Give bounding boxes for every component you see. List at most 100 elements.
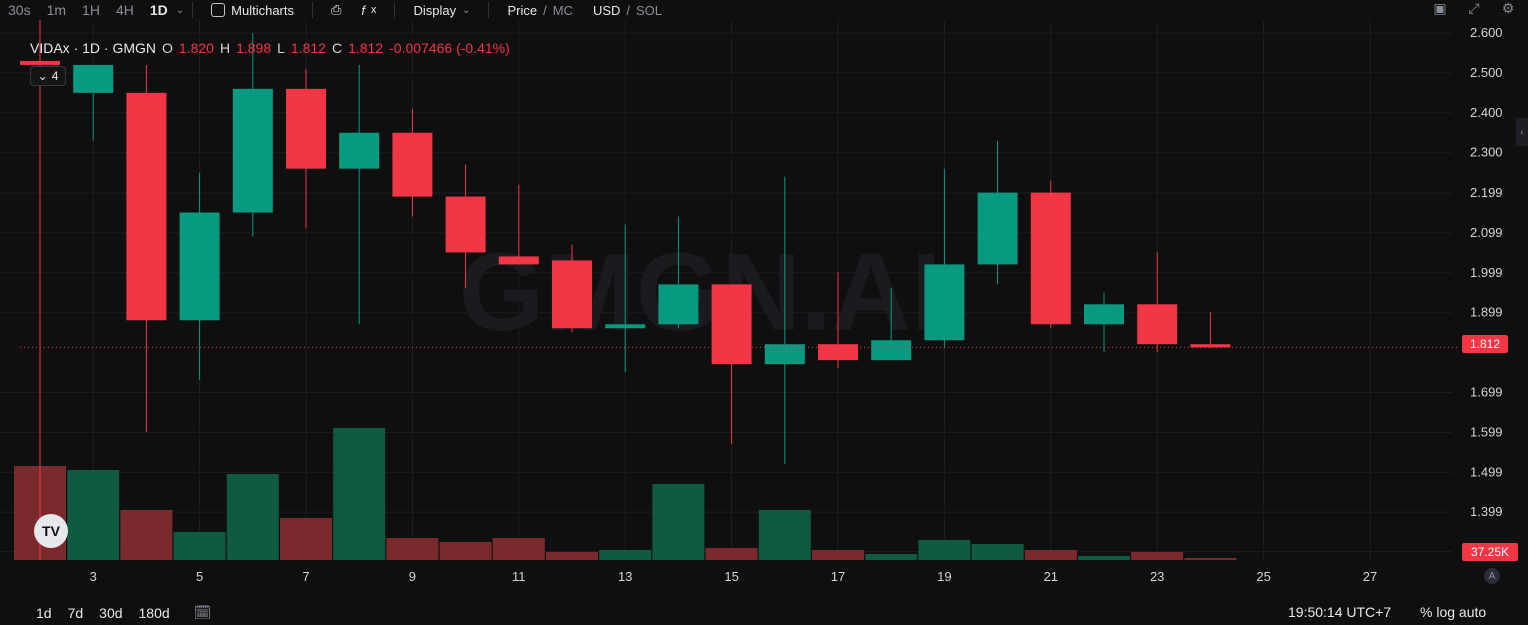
x-tick-label: 9: [409, 569, 416, 584]
indicator-collapse-button[interactable]: ⌄ 4: [30, 66, 66, 86]
volume-bar: [173, 532, 226, 560]
auto-scale-button[interactable]: A: [1484, 568, 1500, 584]
volume-bar: [280, 518, 332, 560]
gear-icon[interactable]: ⚙: [1498, 0, 1518, 17]
high-value: 1.898: [236, 40, 272, 56]
close-value: 1.812: [348, 40, 384, 56]
y-tick-label: 2.500: [1470, 65, 1503, 80]
open-value: 1.820: [178, 40, 214, 56]
close-label: C: [331, 40, 343, 56]
camera-icon[interactable]: ▣: [1430, 0, 1450, 17]
display-label: Display: [413, 2, 457, 18]
candle-body: [1137, 304, 1178, 345]
volume-bar: [652, 484, 705, 560]
volume-bar: [705, 548, 758, 560]
utc-clock[interactable]: 19:50:14 UTC+7: [1288, 604, 1391, 620]
candle-body: [232, 88, 273, 213]
volume-bar: [865, 554, 918, 560]
checkbox-icon[interactable]: [211, 3, 226, 17]
volume-bar: [1131, 552, 1184, 560]
y-tick-label: 2.400: [1470, 105, 1503, 120]
candle-body: [552, 260, 592, 329]
timeframe-4h[interactable]: 4H: [108, 2, 142, 18]
x-tick-label: 7: [302, 569, 309, 584]
timeframe-1h[interactable]: 1H: [74, 2, 108, 18]
chevron-down-icon[interactable]: ⌄: [176, 5, 184, 16]
candle-body: [286, 88, 326, 169]
y-tick-label: 1.999: [1470, 265, 1503, 280]
volume-bar: [971, 544, 1024, 560]
volume-tag: 37.25K: [1462, 543, 1518, 561]
candle-body: [498, 256, 539, 265]
candlestick-chart[interactable]: 2.600 2.500 2.400 2.300 2.199 2.099 1.999 1.899…: [0, 20, 1528, 600]
divider: [488, 2, 490, 18]
candle-body: [1030, 192, 1071, 325]
price-mc-toggle[interactable]: Price / MC: [497, 3, 582, 18]
usd-sol-toggle[interactable]: USD / SOL: [583, 3, 672, 18]
candle-body: [339, 132, 380, 169]
display-menu[interactable]: Display ⌄: [403, 3, 480, 18]
y-tick-label: 1.399: [1470, 504, 1503, 519]
divider: [192, 2, 194, 18]
range-7d[interactable]: 7d: [60, 605, 92, 621]
volume-bar: [758, 510, 811, 560]
y-tick-label: 1.899: [1470, 305, 1503, 320]
scale-options[interactable]: % log auto: [1420, 604, 1486, 620]
x-tick-label: 21: [1044, 569, 1058, 584]
change-value: -0.007466 (-0.41%): [389, 40, 510, 56]
candle-body: [392, 132, 433, 197]
volume-bar: [386, 538, 439, 560]
indicators-fx-icon[interactable]: fx: [351, 3, 386, 18]
y-tick-label: 1.499: [1470, 464, 1503, 479]
range-180d[interactable]: 180d: [131, 605, 178, 621]
current-price-tag: 1.812: [1462, 335, 1508, 353]
candle-body: [924, 264, 965, 341]
slash: /: [626, 2, 631, 18]
fullscreen-icon[interactable]: ⤢: [1464, 0, 1484, 17]
multicharts-toggle[interactable]: Multicharts: [201, 3, 304, 18]
x-tick-label: 27: [1363, 569, 1377, 584]
candle-body: [605, 324, 646, 329]
candle-body: [179, 212, 220, 321]
volume-bar: [67, 470, 120, 560]
bottom-bar: 1d 7d 30d 180d 🗓 19:50:14 UTC+7 % log au…: [0, 600, 1528, 625]
goto-date-icon[interactable]: 🗓: [194, 604, 212, 621]
candles-icon[interactable]: ⎙: [321, 2, 351, 18]
high-label: H: [219, 40, 231, 56]
candle-body: [977, 192, 1018, 265]
y-tick-label: 2.199: [1470, 185, 1503, 200]
candle-body: [818, 344, 858, 361]
toolbar-right-icons: ▣ ⤢ ⚙: [1430, 0, 1528, 17]
collapse-side-icon[interactable]: ‹: [1516, 118, 1528, 146]
x-tick-label: 13: [618, 569, 632, 584]
timeframe-1m[interactable]: 1m: [39, 2, 74, 18]
candle-body: [1084, 304, 1124, 325]
tradingview-logo[interactable]: TV: [34, 514, 68, 548]
slash: /: [543, 2, 547, 18]
candle-body: [711, 284, 752, 365]
y-tick-label: 2.300: [1470, 145, 1503, 160]
volume-bar: [599, 550, 652, 560]
range-30d[interactable]: 30d: [91, 605, 130, 621]
candle-body: [445, 196, 486, 253]
chevron-down-icon: ⌄: [462, 4, 471, 16]
sol-label: SOL: [636, 2, 663, 18]
range-1d[interactable]: 1d: [28, 605, 60, 621]
candle-body: [20, 60, 60, 65]
chevron-down-icon: ⌄: [37, 69, 48, 83]
volume-bar: [812, 550, 864, 560]
watermark: GMGN.AI: [459, 231, 942, 354]
x-tick-label: 17: [831, 569, 845, 584]
indicator-count: 4: [51, 69, 59, 83]
timeframe-1d[interactable]: 1D: [142, 2, 176, 18]
multicharts-label: Multicharts: [231, 2, 294, 18]
usd-label: USD: [592, 2, 621, 18]
low-value: 1.812: [290, 40, 326, 56]
candle-body: [73, 64, 114, 93]
chart-area[interactable]: 2.600 2.500 2.400 2.300 2.199 2.099 1.999 1.899…: [0, 20, 1528, 600]
top-toolbar: 30s 1m 1H 4H 1D ⌄ Multicharts ⎙ fx Displ…: [0, 0, 1528, 20]
volume-bar: [1024, 550, 1077, 560]
timeframe-30s[interactable]: 30s: [0, 2, 39, 18]
ohlc-legend: VIDAx · 1D · GMGN O 1.820 H 1.898 L 1.812 C…: [30, 40, 510, 56]
volume-bar: [120, 510, 173, 560]
